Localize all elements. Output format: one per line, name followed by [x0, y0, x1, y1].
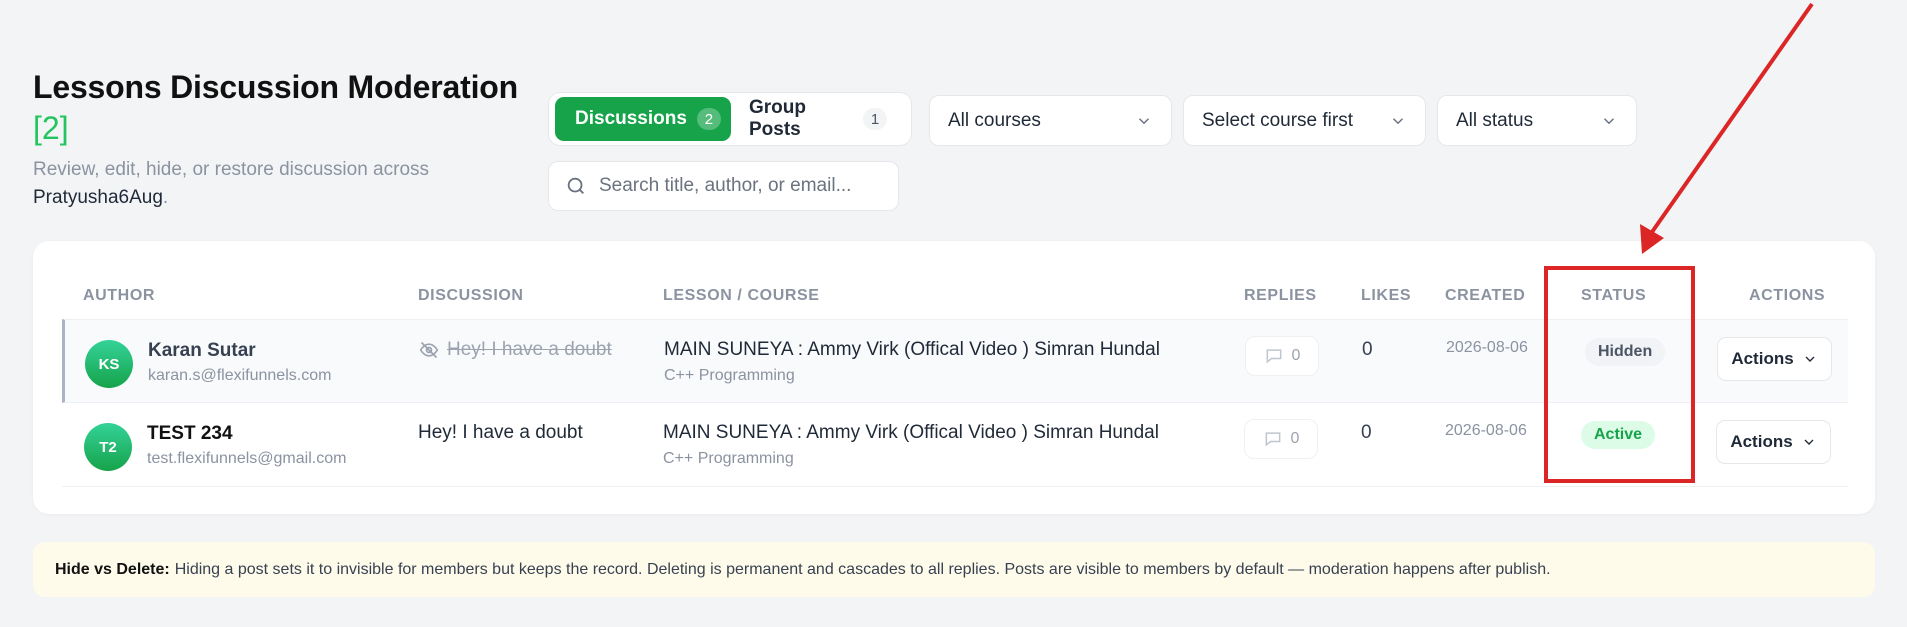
- discussion-text: Hey! I have a doubt: [418, 422, 583, 443]
- note-label: Hide vs Delete:: [55, 560, 170, 578]
- author-cell: Karan Sutar karan.s@flexifunnels.com: [148, 340, 331, 385]
- header-replies: REPLIES: [1244, 287, 1317, 304]
- header-lesson-course: LESSON / COURSE: [663, 287, 820, 304]
- chevron-down-icon: [1138, 117, 1150, 124]
- tab-count-badge: 1: [863, 108, 887, 130]
- lesson-title: MAIN SUNEYA : Ammy Virk (Offical Video )…: [664, 339, 1160, 360]
- lesson-title: MAIN SUNEYA : Ammy Virk (Offical Video )…: [663, 422, 1159, 443]
- course-name: Pratyusha6Aug: [33, 187, 163, 208]
- status-select[interactable]: All status: [1437, 95, 1637, 146]
- status-highlight-box: [1544, 266, 1695, 483]
- search-box: [548, 161, 899, 211]
- tab-label: Group Posts: [749, 97, 806, 140]
- lesson-cell: MAIN SUNEYA : Ammy Virk (Offical Video )…: [663, 422, 1159, 468]
- search-icon: [567, 177, 584, 194]
- replies-button[interactable]: 0: [1244, 419, 1318, 459]
- discussion-title[interactable]: Hey! I have a doubt: [418, 422, 583, 444]
- tab-label: Discussions: [575, 108, 687, 129]
- subtitle-text: Review, edit, hide, or restore discussio…: [33, 159, 430, 180]
- replies-button[interactable]: 0: [1245, 336, 1319, 376]
- author-cell: TEST 234 test.flexifunnels@gmail.com: [147, 423, 346, 468]
- page-title: Lessons Discussion Moderation: [33, 69, 518, 105]
- lesson-select-value: Select course first: [1202, 109, 1353, 131]
- likes-count: 0: [1361, 422, 1372, 443]
- comment-icon: [1265, 432, 1280, 447]
- course-select[interactable]: All courses: [929, 95, 1172, 146]
- hide-vs-delete-note: Hide vs Delete: Hiding a post sets it to…: [33, 542, 1875, 597]
- discussion-title[interactable]: Hey! I have a doubt: [419, 339, 612, 361]
- author-email: karan.s@flexifunnels.com: [148, 367, 332, 384]
- search-input[interactable]: [599, 175, 879, 197]
- tab-discussions[interactable]: Discussions 2: [555, 97, 731, 141]
- header-actions: ACTIONS: [1749, 287, 1826, 304]
- avatar: KS: [85, 340, 133, 388]
- actions-label: Actions: [1730, 432, 1793, 451]
- header-likes: LIKES: [1361, 287, 1412, 304]
- actions-label: Actions: [1731, 349, 1794, 368]
- chevron-down-icon: [1603, 117, 1615, 124]
- created-date: 2026-08-06: [1446, 339, 1528, 356]
- author-name: TEST 234: [147, 423, 233, 444]
- chevron-down-icon: [1805, 356, 1815, 362]
- discussion-count: [2]: [33, 110, 69, 146]
- tab-group-posts[interactable]: Group Posts 1: [731, 97, 905, 141]
- discussion-text: Hey! I have a doubt: [447, 339, 612, 360]
- header-discussion: DISCUSSION: [418, 287, 524, 304]
- course-select-value: All courses: [948, 109, 1041, 131]
- page-subtitle: Review, edit, hide, or restore discussio…: [33, 156, 533, 212]
- lesson-select[interactable]: Select course first: [1183, 95, 1426, 146]
- page-header: Lessons Discussion Moderation [2] Review…: [33, 66, 533, 212]
- course-title: C++ Programming: [663, 450, 794, 467]
- tab-count-badge: 2: [696, 108, 721, 130]
- lesson-cell: MAIN SUNEYA : Ammy Virk (Offical Video )…: [664, 339, 1160, 385]
- comment-icon: [1266, 349, 1281, 364]
- status-select-value: All status: [1456, 109, 1534, 131]
- created-date: 2026-08-06: [1445, 422, 1527, 439]
- course-title: C++ Programming: [664, 367, 795, 384]
- actions-dropdown[interactable]: Actions: [1716, 420, 1831, 464]
- chevron-down-icon: [1392, 117, 1404, 124]
- subtitle-end: .: [162, 187, 169, 208]
- header-author: AUTHOR: [83, 287, 156, 304]
- chevron-down-icon: [1804, 439, 1814, 445]
- replies-count: 0: [1290, 430, 1300, 447]
- author-email: test.flexifunnels@gmail.com: [147, 450, 347, 467]
- replies-count: 0: [1291, 347, 1301, 364]
- actions-dropdown[interactable]: Actions: [1717, 337, 1832, 381]
- likes-count: 0: [1362, 339, 1373, 360]
- eye-off-icon: [419, 341, 439, 359]
- avatar: T2: [84, 423, 132, 471]
- author-name: Karan Sutar: [148, 340, 256, 361]
- header-created: CREATED: [1445, 287, 1526, 304]
- tab-group: Discussions 2 Group Posts 1: [548, 92, 912, 146]
- note-text: Hiding a post sets it to invisible for m…: [174, 560, 1551, 578]
